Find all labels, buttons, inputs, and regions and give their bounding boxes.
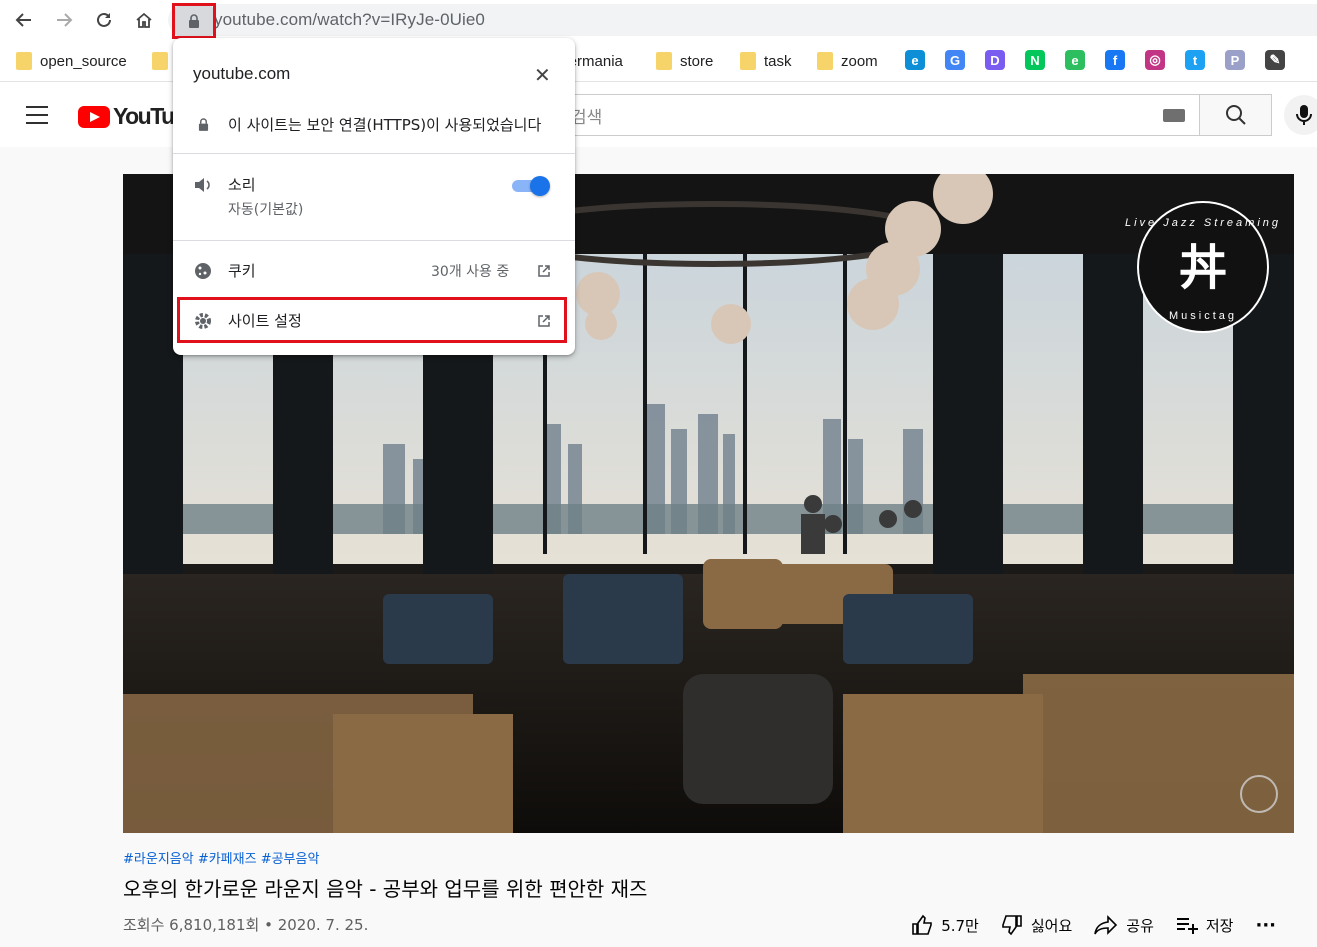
folder-icon	[16, 52, 32, 70]
bookmark-folder-store[interactable]: store	[656, 50, 713, 72]
speaker-icon	[193, 175, 213, 195]
home-icon[interactable]	[131, 7, 157, 33]
d-icon[interactable]: D	[985, 50, 1005, 70]
keyboard-icon[interactable]	[1163, 109, 1185, 122]
cookies-count: 30개 사용 중	[431, 264, 510, 280]
svg-text:Live Jazz Streaming: Live Jazz Streaming	[1125, 217, 1281, 229]
search-button[interactable]	[1200, 94, 1272, 136]
divider	[173, 240, 575, 241]
cookies-label[interactable]: 쿠키	[228, 260, 256, 281]
google-icon[interactable]: G	[945, 50, 965, 70]
playlist-add-icon	[1176, 918, 1198, 934]
sound-sublabel: 자동(기본값)	[228, 202, 304, 218]
folder-icon	[656, 52, 672, 70]
share-label: 공유	[1126, 916, 1154, 935]
bookmark-folder-zoom[interactable]: zoom	[817, 50, 878, 72]
naver-icon[interactable]: N	[1025, 50, 1045, 70]
video-hashtags[interactable]: #라운지음악 #카페재즈 #공부음악	[123, 848, 1294, 867]
edge-icon[interactable]: e	[905, 50, 925, 70]
like-count: 5.7만	[941, 916, 979, 935]
share-icon	[1094, 915, 1118, 935]
bookmark-label: task	[764, 52, 792, 70]
video-actions: 5.7만 싫어요 공유 저장 ···	[911, 914, 1276, 936]
bookmark-label: open_source	[40, 52, 127, 70]
svg-text:丼: 丼	[1179, 240, 1227, 296]
search-input[interactable]: 검색	[560, 94, 1200, 136]
thumbs-down-icon	[1002, 915, 1022, 936]
address-bar[interactable]: youtube.com/watch?v=IRyJe-0Uie0	[168, 4, 1317, 36]
folder-icon	[740, 52, 756, 70]
browser-toolbar: youtube.com/watch?v=IRyJe-0Uie0	[0, 0, 1317, 40]
more-actions-button[interactable]: ···	[1255, 915, 1276, 936]
bookmark-folder-open-source[interactable]: open_source	[16, 50, 127, 72]
voice-search-button[interactable]	[1284, 95, 1317, 135]
lock-icon	[195, 115, 211, 133]
twitter-icon[interactable]: t	[1185, 50, 1205, 70]
connection-secure-row[interactable]: 이 사이트는 보안 연결(HTTPS)이 사용되었습니다	[228, 114, 573, 135]
svg-text:Musictag: Musictag	[1169, 310, 1237, 322]
sound-toggle[interactable]	[510, 175, 550, 196]
dislike-button[interactable]: 싫어요	[1001, 914, 1072, 936]
sound-label: 소리	[228, 176, 256, 194]
more-icon: ···	[1255, 914, 1276, 936]
save-button[interactable]: 저장	[1176, 915, 1234, 936]
evernote-icon[interactable]: e	[1065, 50, 1085, 70]
bookmark-label: zoom	[841, 52, 878, 70]
folder-icon	[817, 52, 833, 70]
thumbs-up-icon	[912, 914, 933, 935]
folder-icon	[152, 52, 168, 70]
pen-icon[interactable]: ✎	[1265, 50, 1285, 70]
search-icon	[1225, 105, 1246, 125]
back-icon[interactable]	[11, 7, 37, 33]
lock-highlight-box	[172, 3, 216, 39]
forward-icon[interactable]	[51, 7, 77, 33]
close-icon[interactable]: ✕	[534, 63, 551, 87]
microphone-icon	[1296, 105, 1312, 125]
site-info-popup: youtube.com ✕ 이 사이트는 보안 연결(HTTPS)이 사용되었습…	[173, 38, 575, 355]
site-settings-highlight-box	[177, 297, 567, 343]
cookie-icon	[193, 261, 213, 281]
facebook-icon[interactable]: f	[1105, 50, 1125, 70]
instagram-icon[interactable]: ◎	[1145, 50, 1165, 70]
dislike-label: 싫어요	[1030, 916, 1073, 935]
video-title: 오후의 한가로운 라운지 음악 - 공부와 업무를 위한 편안한 재즈	[123, 877, 648, 901]
menu-icon[interactable]	[26, 106, 48, 130]
youtube-play-icon	[78, 105, 110, 128]
bookmark-folder-task[interactable]: task	[740, 50, 792, 72]
popup-hostname: youtube.com	[193, 64, 291, 83]
like-button[interactable]: 5.7만	[911, 914, 979, 936]
url-text[interactable]: youtube.com/watch?v=IRyJe-0Uie0	[214, 10, 485, 30]
open-external-icon[interactable]	[536, 263, 552, 279]
video-views-date: 조회수 6,810,181회 • 2020. 7. 25.	[123, 916, 369, 934]
share-button[interactable]: 공유	[1094, 914, 1154, 936]
save-label: 저장	[1205, 916, 1234, 935]
p-icon[interactable]: P	[1225, 50, 1245, 70]
divider	[173, 153, 575, 154]
reload-icon[interactable]	[91, 7, 117, 33]
search-placeholder: 검색	[571, 108, 603, 128]
video-info: #라운지음악 #카페재즈 #공부음악 오후의 한가로운 라운지 음악 - 공부와…	[123, 848, 1294, 947]
bookmark-label: store	[680, 52, 714, 70]
bookmark-folder-hidden[interactable]	[152, 50, 168, 72]
